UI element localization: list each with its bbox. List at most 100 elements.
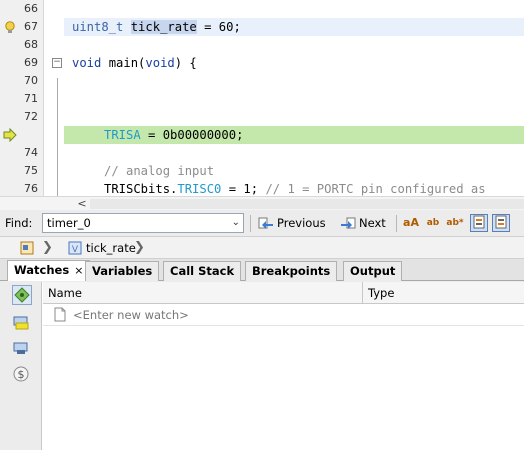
match-case-toggle[interactable]: aA (402, 214, 420, 232)
new-watch-placeholder: <Enter new watch> (73, 308, 189, 322)
svg-text:$: $ (18, 368, 25, 381)
line-number: 70 (24, 74, 38, 87)
tab-label: Watches (14, 263, 70, 277)
keyword-token: void (145, 56, 175, 70)
diamond-watch-icon (14, 287, 30, 303)
highlight-results-toggle[interactable] (470, 214, 488, 232)
tab-watches[interactable]: Watches × (7, 260, 91, 281)
close-icon[interactable]: × (74, 264, 83, 277)
wrap-around-icon (495, 215, 507, 229)
code-token: = 60; (196, 20, 241, 34)
svg-text:V: V (72, 245, 79, 255)
tab-label: Variables (92, 264, 153, 278)
find-bar: Find: timer_0 ⌄ Previous Next aA ab ab* (0, 210, 524, 237)
comment-token: // analog input (104, 164, 215, 178)
highlight-icon (473, 215, 485, 229)
code-token: = 0b00000000; (140, 128, 244, 142)
tab-call-stack[interactable]: Call Stack (163, 261, 242, 281)
line-number: 74 (24, 146, 38, 159)
code-line: 71 (0, 90, 524, 108)
previous-arrow-icon (258, 217, 273, 229)
column-header-type[interactable]: Type (368, 286, 394, 300)
selected-token: tick_rate (130, 20, 197, 34)
regex-toggle[interactable]: ab* (446, 214, 464, 232)
breadcrumb: ❯ V tick_rate ❯ (0, 237, 524, 259)
code-line: 76 TRISCbits.TRISC0 = 1; // 1 = PORTC pi… (0, 180, 524, 196)
row-divider (43, 325, 524, 326)
new-watch-row[interactable]: <Enter new watch> (43, 305, 524, 325)
tab-breakpoints[interactable]: Breakpoints (245, 261, 338, 281)
chevron-right-icon: ❯ (42, 240, 53, 255)
find-input-value: timer_0 (47, 216, 91, 230)
column-header-name[interactable]: Name (48, 286, 82, 300)
scroll-left-icon[interactable]: < (76, 197, 88, 211)
code-token: = 1; (221, 182, 266, 196)
sfr-token: TRISC0 (177, 182, 222, 196)
line-number: 76 (24, 182, 38, 195)
sfr-token: TRISA (104, 128, 141, 142)
code-line: 67 uint8_t tick_rate = 60; (0, 18, 524, 36)
code-text: // analog input (104, 162, 214, 180)
watches-table-header: Name Type (43, 282, 524, 304)
find-next-button[interactable]: Next (340, 214, 386, 233)
comment-token: // 1 = PORTC pin configured as (265, 182, 486, 196)
new-watch-button[interactable] (12, 285, 32, 305)
find-input[interactable]: timer_0 ⌄ (42, 213, 244, 233)
find-next-label: Next (359, 216, 386, 230)
code-line: 69 − void main(void) { (0, 54, 524, 72)
keyword-token: void (72, 56, 102, 70)
source-file-icon (20, 241, 34, 255)
code-token: TRISCbits. (104, 182, 178, 196)
code-line: 72 (0, 108, 524, 126)
code-line: 70 (0, 72, 524, 90)
column-divider[interactable] (362, 282, 363, 304)
code-token: ) { (174, 56, 197, 70)
toolbar-separator (396, 215, 397, 232)
line-number: 69 (24, 56, 38, 69)
line-number: 71 (24, 92, 38, 105)
watches-toolbar: $ (0, 282, 42, 450)
code-text: TRISCbits.TRISC0 = 1; // 1 = PORTC pin c… (104, 180, 486, 196)
document-icon (54, 307, 66, 322)
code-editor[interactable]: 66 67 uint8_t tick_rate = 60; 68 69 − vo… (0, 0, 524, 196)
line-number: 68 (24, 38, 38, 51)
dollar-button[interactable]: $ (12, 365, 32, 385)
tab-variables[interactable]: Variables (85, 261, 160, 281)
program-counter-arrow-icon (3, 127, 17, 143)
horizontal-scrollbar[interactable]: < (0, 196, 524, 210)
code-text: TRISA = 0b00000000; (104, 126, 243, 144)
bottom-tab-bar: Watches × Variables Call Stack Breakpoint… (0, 259, 524, 281)
code-line: TRISA = 0b00000000; (0, 126, 524, 144)
code-line: 74 (0, 144, 524, 162)
code-line: 68 (0, 36, 524, 54)
tab-label: Call Stack (170, 264, 235, 278)
variable-icon: V (68, 241, 82, 255)
chip-icon (13, 342, 28, 354)
fold-toggle[interactable]: − (52, 58, 62, 68)
find-label: Find: (5, 216, 33, 230)
dollar-icon: $ (13, 366, 29, 382)
next-arrow-icon (341, 217, 356, 229)
chevron-down-icon[interactable]: ⌄ (232, 214, 240, 232)
chevron-right-icon: ❯ (134, 240, 145, 255)
breadcrumb-root[interactable] (20, 239, 34, 257)
find-previous-button[interactable]: Previous (258, 214, 326, 233)
code-line: 75 // analog input (0, 162, 524, 180)
watches-panel: $ Name Type <Enter new watch> (0, 282, 524, 450)
breadcrumb-item[interactable]: V tick_rate (68, 239, 136, 257)
watch-chip-button[interactable] (12, 339, 32, 359)
line-number: 72 (24, 110, 38, 123)
find-previous-label: Previous (277, 216, 326, 230)
whole-words-toggle[interactable]: ab (424, 214, 442, 232)
line-number: 75 (24, 164, 38, 177)
line-number: 66 (24, 2, 38, 15)
tab-output[interactable]: Output (343, 261, 403, 281)
tab-label: Output (350, 264, 396, 278)
code-token: main( (101, 56, 146, 70)
toolbar-separator (250, 215, 251, 232)
tab-label: Breakpoints (252, 264, 331, 278)
code-line: 66 (0, 0, 524, 18)
wrap-around-toggle[interactable] (492, 214, 510, 232)
watch-options-button[interactable] (12, 313, 32, 333)
scrollbar-track[interactable] (90, 199, 524, 209)
